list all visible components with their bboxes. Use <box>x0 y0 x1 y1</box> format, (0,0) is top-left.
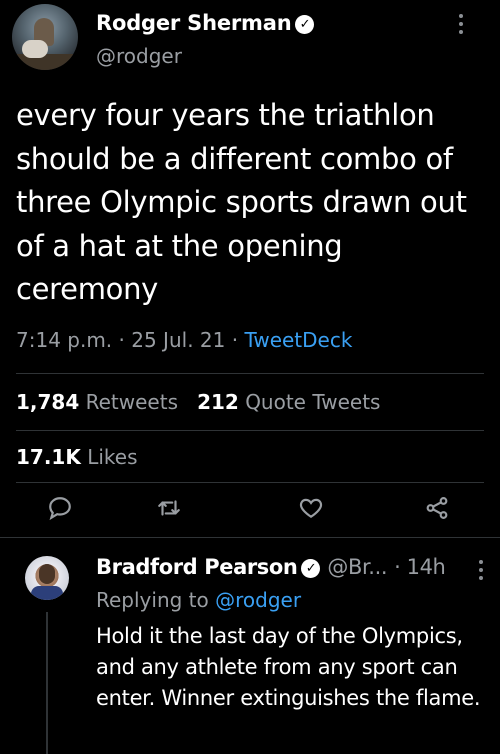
reply-author-handle[interactable]: @Br... <box>327 555 387 579</box>
share-icon[interactable] <box>424 495 454 525</box>
meta-separator: · <box>118 328 125 352</box>
replying-to: Replying to @rodger <box>96 588 301 612</box>
verified-badge-icon: ✓ <box>295 15 315 34</box>
tweet-text: every four years the triathlon should be… <box>16 98 467 306</box>
likes-stat[interactable]: 17.1K Likes <box>16 445 138 469</box>
reply-time[interactable]: · 14h <box>394 555 446 579</box>
reply-author-avatar[interactable] <box>25 556 69 600</box>
quote-tweets-stat[interactable]: 212 Quote Tweets <box>197 390 380 414</box>
reply-author-row: Bradford Pearson ✓ @Br... · 14h <box>96 555 446 579</box>
reply-author-name[interactable]: Bradford Pearson <box>96 555 298 579</box>
retweets-label: Retweets <box>85 390 178 414</box>
thread-line <box>46 612 48 754</box>
reply-icon[interactable] <box>47 495 77 525</box>
tweet-time[interactable]: 7:14 p.m. <box>16 328 112 352</box>
divider <box>0 537 500 538</box>
meta-separator: · <box>231 328 239 352</box>
author-handle[interactable]: @rodger <box>96 44 182 68</box>
replying-to-label: Replying to <box>96 588 209 612</box>
likes-label: Likes <box>87 445 138 469</box>
retweets-stat[interactable]: 1,784 Retweets <box>16 390 178 414</box>
divider <box>16 430 484 431</box>
tweet-meta: 7:14 p.m. · 25 Jul. 21 · TweetDeck <box>16 328 352 352</box>
divider <box>16 373 484 374</box>
tweet-source-link[interactable]: TweetDeck <box>244 328 352 352</box>
likes-count: 17.1K <box>16 445 81 469</box>
divider <box>16 482 484 483</box>
heart-icon[interactable] <box>298 495 328 525</box>
author-name-row[interactable]: Rodger Sherman ✓ <box>96 11 315 35</box>
author-avatar[interactable] <box>12 4 78 70</box>
retweet-stats: 1,784 Retweets 212 Quote Tweets <box>16 390 380 414</box>
retweets-count: 1,784 <box>16 390 80 414</box>
quote-tweets-label: Quote Tweets <box>245 390 381 414</box>
retweet-icon[interactable] <box>156 495 186 525</box>
author-name[interactable]: Rodger Sherman <box>96 11 292 35</box>
tweet-date[interactable]: 25 Jul. 21 <box>131 328 225 352</box>
more-options-icon[interactable] <box>456 14 466 44</box>
reply-text: Hold it the last day of the Olympics, an… <box>96 624 481 710</box>
verified-badge-icon: ✓ <box>301 559 321 578</box>
reply-more-options-icon[interactable] <box>476 560 486 586</box>
replying-to-handle[interactable]: @rodger <box>215 588 301 612</box>
quote-tweets-count: 212 <box>197 390 239 414</box>
